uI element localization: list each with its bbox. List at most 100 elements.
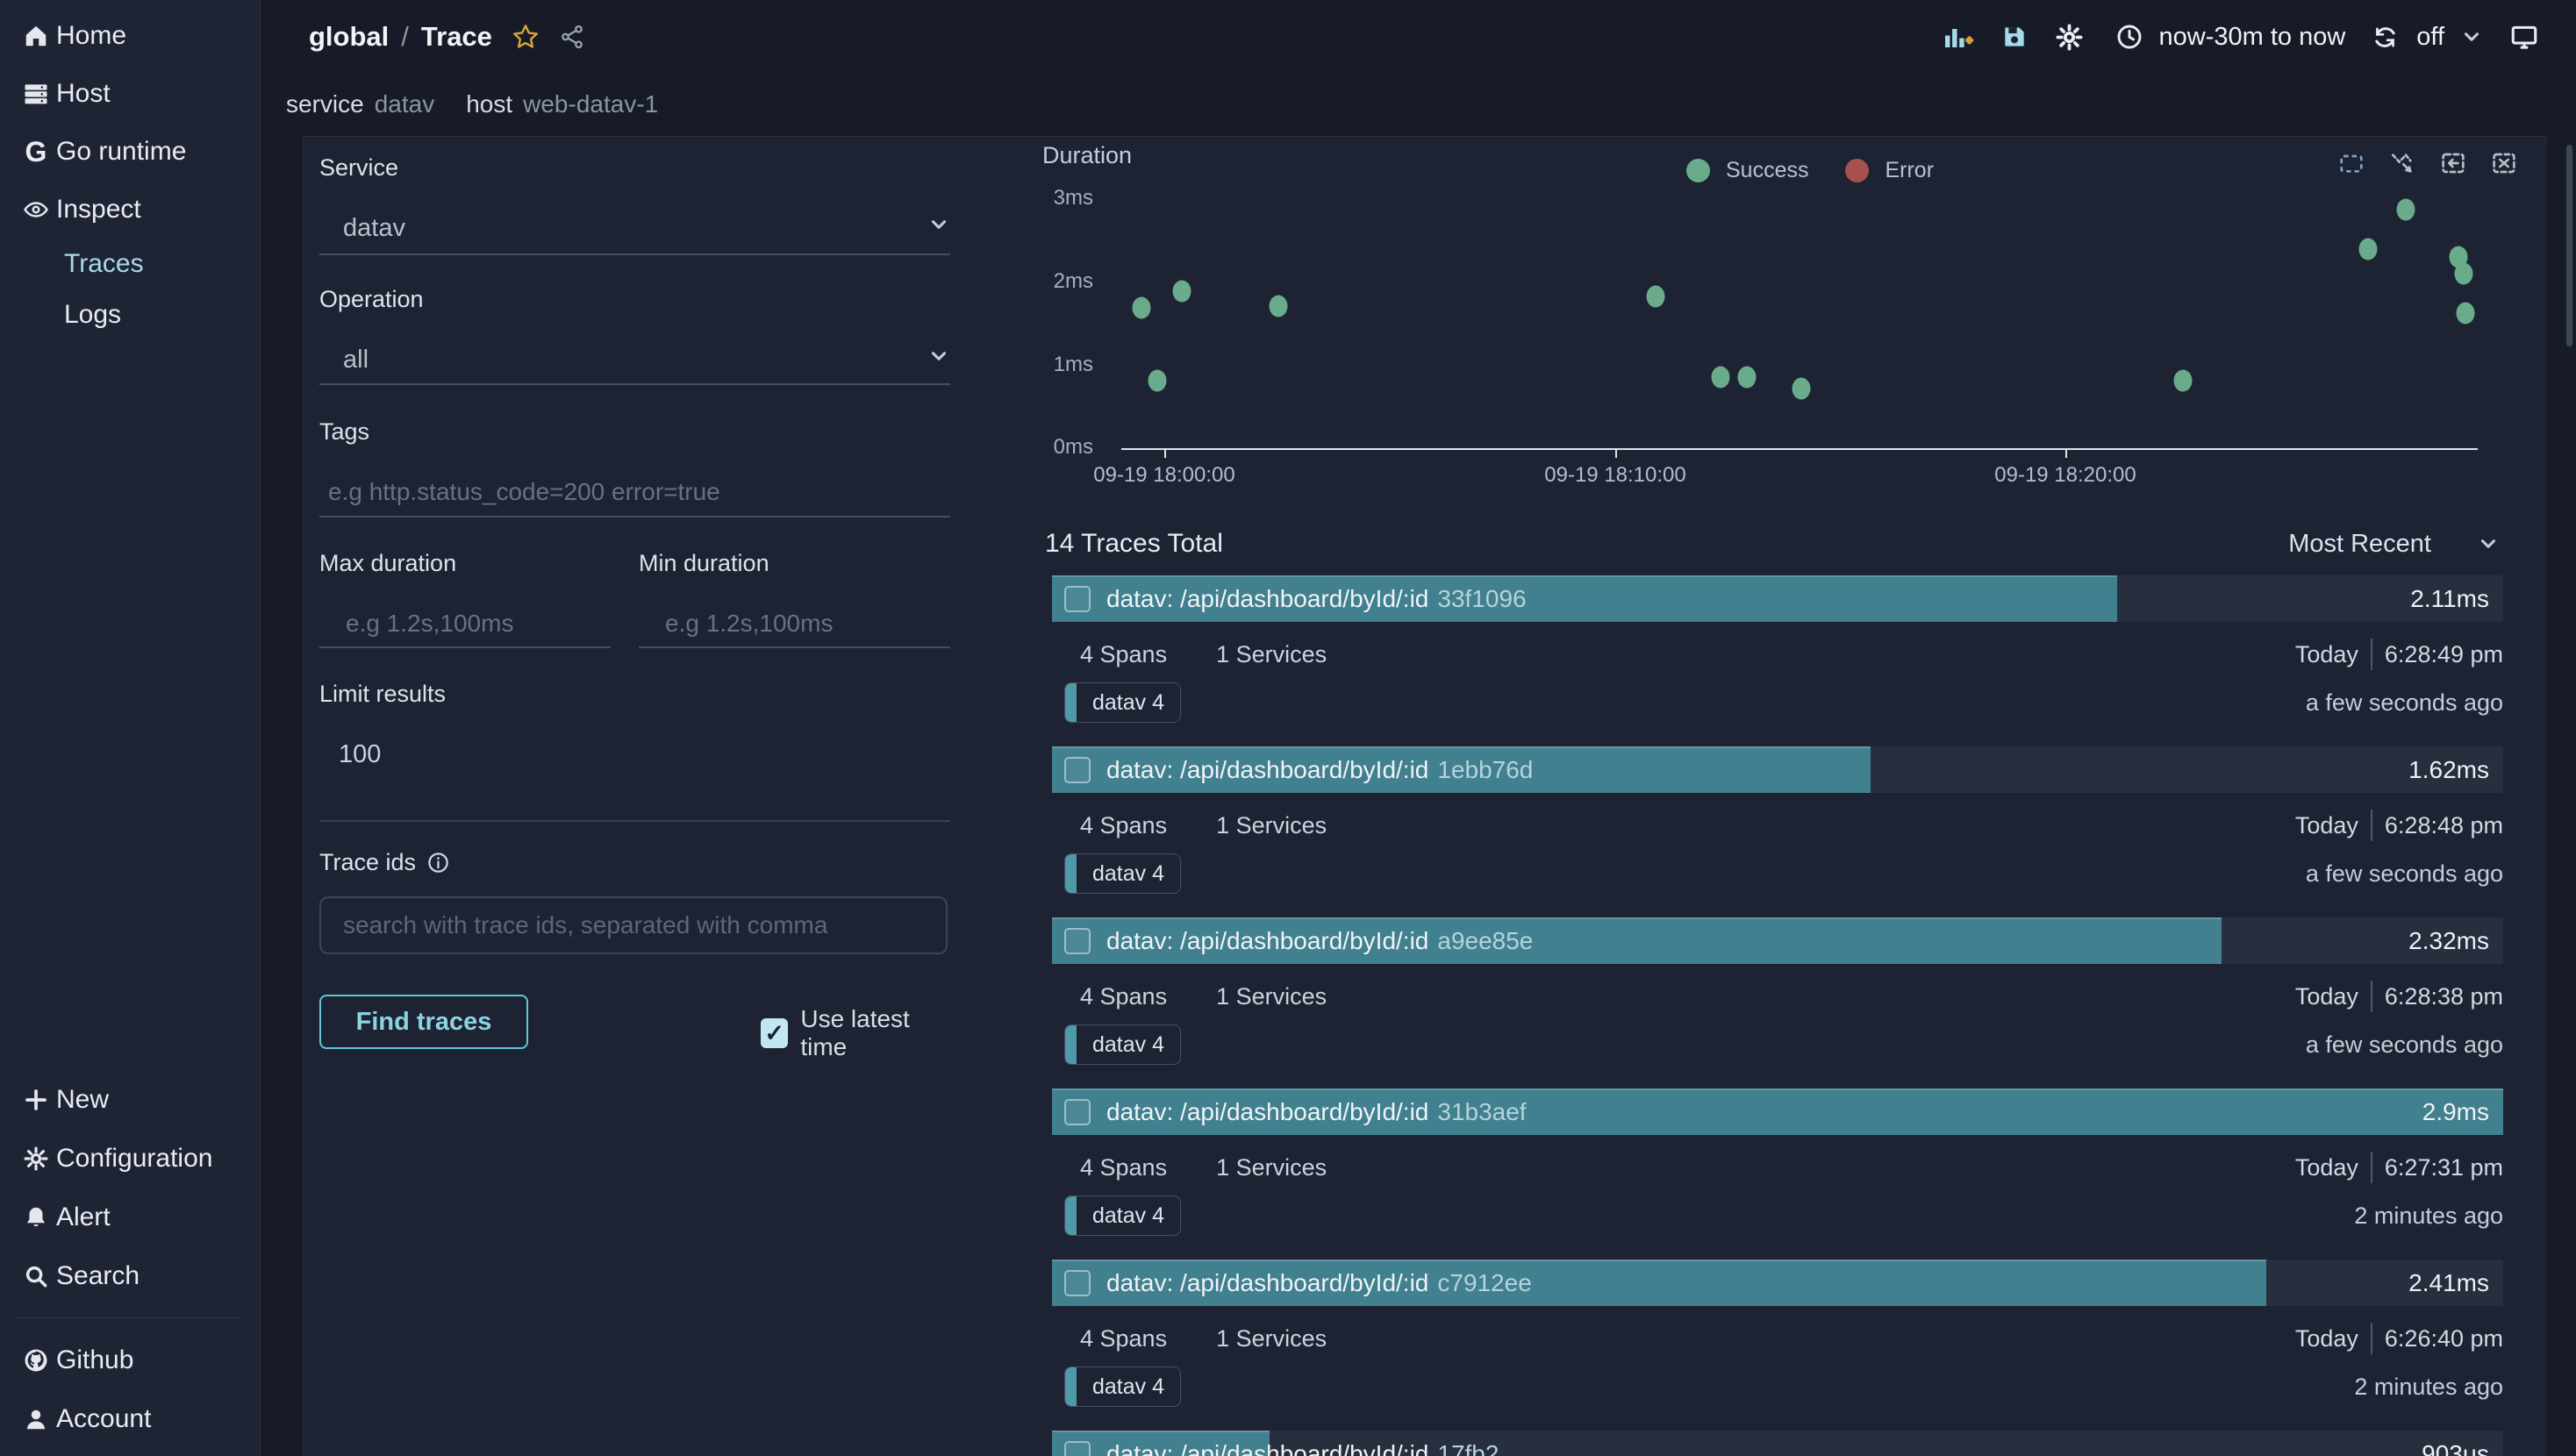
breadcrumb: global / Trace	[260, 21, 585, 53]
scatter-point[interactable]	[1270, 296, 1288, 318]
breadcrumb-group[interactable]: global	[309, 21, 389, 53]
sort-select[interactable]: Most Recent	[2288, 530, 2500, 559]
sidebar-item-github[interactable]: Github	[0, 1331, 260, 1389]
favorite-star-icon[interactable]	[512, 23, 540, 51]
sidebar-item-label: Search	[56, 1261, 140, 1291]
scatter-point[interactable]	[2174, 370, 2193, 392]
add-chart-icon[interactable]	[1943, 21, 1974, 53]
find-traces-button[interactable]: Find traces	[319, 995, 528, 1049]
service-select[interactable]: datav	[319, 209, 950, 247]
lasso-select-icon[interactable]	[2388, 149, 2416, 177]
share-icon[interactable]	[559, 24, 585, 50]
trace-checkbox[interactable]	[1064, 928, 1091, 954]
restore-zoom-icon[interactable]	[2439, 149, 2467, 177]
scatter-point[interactable]	[2397, 199, 2415, 221]
scatter-point[interactable]	[1647, 286, 1665, 308]
legend-success-label[interactable]: Success	[1726, 158, 1808, 183]
chevron-down-icon[interactable]	[2460, 25, 2483, 48]
fullscreen-monitor-icon[interactable]	[2509, 22, 2539, 52]
context-host-value[interactable]: web-datav-1	[523, 90, 658, 118]
info-icon[interactable]	[426, 851, 450, 874]
service-tag[interactable]: datav 4	[1064, 682, 1181, 723]
use-latest-time-checkbox[interactable]: ✓	[761, 1018, 788, 1048]
scatter-point[interactable]	[2359, 239, 2378, 261]
sidebar-item-traces[interactable]: Traces	[0, 239, 260, 289]
limit-results-label: Limit results	[319, 681, 446, 708]
scatter-point[interactable]	[1173, 281, 1191, 303]
sidebar-divider	[18, 1317, 242, 1318]
scatter-point[interactable]	[1792, 378, 1811, 400]
box-select-icon[interactable]	[2337, 149, 2365, 177]
trace-relative-time: a few seconds ago	[2306, 1031, 2503, 1059]
trace-spans: 4 Spans	[1080, 1325, 1167, 1353]
trace-relative-time: a few seconds ago	[2306, 689, 2503, 717]
divider	[319, 820, 950, 822]
trace-checkbox[interactable]	[1064, 757, 1091, 783]
refresh-icon[interactable]	[2372, 24, 2399, 51]
trace-bar[interactable]: datav: /api/dashboard/byId/:id31b3aef 2.…	[1052, 1088, 2503, 1135]
time-range-value[interactable]: now-30m to now	[2159, 23, 2346, 52]
clear-selection-icon[interactable]	[2490, 149, 2518, 177]
trace-spans: 4 Spans	[1080, 641, 1167, 668]
trace-ids-input[interactable]: search with trace ids, separated with co…	[319, 896, 948, 954]
context-service-value[interactable]: datav	[375, 90, 435, 118]
trace-checkbox[interactable]	[1064, 1441, 1091, 1456]
scatter-point[interactable]	[2450, 246, 2468, 268]
scatter-point[interactable]	[1712, 367, 1730, 389]
service-tag[interactable]: datav 4	[1064, 1195, 1181, 1236]
clock-icon[interactable]	[2115, 23, 2143, 51]
trace-row: datav: /api/dashboard/byId/:id31b3aef 2.…	[1052, 1088, 2503, 1260]
sidebar-item-logs[interactable]: Logs	[0, 289, 260, 340]
sidebar-item-alert[interactable]: Alert	[0, 1188, 260, 1246]
settings-gear-icon[interactable]	[2055, 23, 2084, 52]
max-duration-input[interactable]: e.g 1.2s,100ms	[319, 604, 611, 643]
scatter-point[interactable]	[2455, 263, 2473, 285]
sidebar-item-label: Account	[56, 1404, 151, 1434]
trace-id: c7912ee	[1437, 1269, 1531, 1296]
sidebar-item-search[interactable]: Search	[0, 1246, 260, 1305]
operation-select[interactable]: all	[319, 340, 950, 379]
sidebar-item-host[interactable]: Host	[0, 65, 260, 123]
auto-refresh-value[interactable]: off	[2416, 23, 2444, 52]
save-icon[interactable]	[2000, 23, 2029, 51]
tags-input[interactable]: e.g http.status_code=200 error=true	[319, 473, 950, 511]
scrollbar-thumb[interactable]	[2566, 145, 2572, 346]
sidebar-item-new[interactable]: New	[0, 1070, 260, 1129]
bell-icon	[23, 1204, 49, 1231]
service-tag[interactable]: datav 4	[1064, 853, 1181, 894]
min-duration-input[interactable]: e.g 1.2s,100ms	[639, 604, 950, 643]
legend-error-dot[interactable]	[1845, 159, 1869, 182]
scatter-point[interactable]	[1133, 297, 1151, 319]
limit-results-input[interactable]: 100	[319, 735, 950, 774]
sidebar: Home Host G Go runtime Inspect	[0, 0, 261, 1456]
x-axis-tick: 09-19 18:20:00	[1951, 463, 2179, 488]
scatter-point[interactable]	[2457, 303, 2475, 325]
sidebar-item-go-runtime[interactable]: G Go runtime	[0, 123, 260, 181]
trace-bar[interactable]: datav: /api/dashboard/byId/:id1ebb76d 1.…	[1052, 746, 2503, 793]
legend-error-label[interactable]: Error	[1885, 158, 1934, 183]
trace-bar[interactable]: datav: /api/dashboard/byId/:idc7912ee 2.…	[1052, 1260, 2503, 1306]
service-tag[interactable]: datav 4	[1064, 1367, 1181, 1407]
divider	[319, 646, 611, 648]
sidebar-item-home[interactable]: Home	[0, 7, 260, 65]
sidebar-item-configuration[interactable]: Configuration	[0, 1129, 260, 1188]
legend-success-dot[interactable]	[1686, 159, 1710, 182]
traces-total: 14 Traces Total	[1045, 529, 1223, 559]
sidebar-item-inspect[interactable]: Inspect	[0, 181, 260, 239]
trace-bar[interactable]: datav: /api/dashboard/byId/:ida9ee85e 2.…	[1052, 917, 2503, 964]
trace-title: datav: /api/dashboard/byId/:id17fb2	[1106, 1440, 1499, 1456]
trace-bar[interactable]: datav: /api/dashboard/byId/:id17fb2 903μ…	[1052, 1431, 2503, 1456]
trace-bar[interactable]: datav: /api/dashboard/byId/:id33f1096 2.…	[1052, 575, 2503, 622]
scatter-point[interactable]	[1148, 370, 1167, 392]
x-axis-tick-mark	[1164, 450, 1166, 458]
trace-checkbox[interactable]	[1064, 586, 1091, 612]
service-tag[interactable]: datav 4	[1064, 1024, 1181, 1065]
trace-id: 1ebb76d	[1437, 756, 1533, 783]
sidebar-item-label: Traces	[64, 249, 144, 279]
person-icon	[23, 1406, 49, 1432]
trace-checkbox[interactable]	[1064, 1099, 1091, 1125]
context-host-label: host	[466, 90, 512, 118]
sidebar-item-account[interactable]: Account	[0, 1389, 260, 1448]
scatter-point[interactable]	[1738, 367, 1757, 389]
trace-checkbox[interactable]	[1064, 1270, 1091, 1296]
